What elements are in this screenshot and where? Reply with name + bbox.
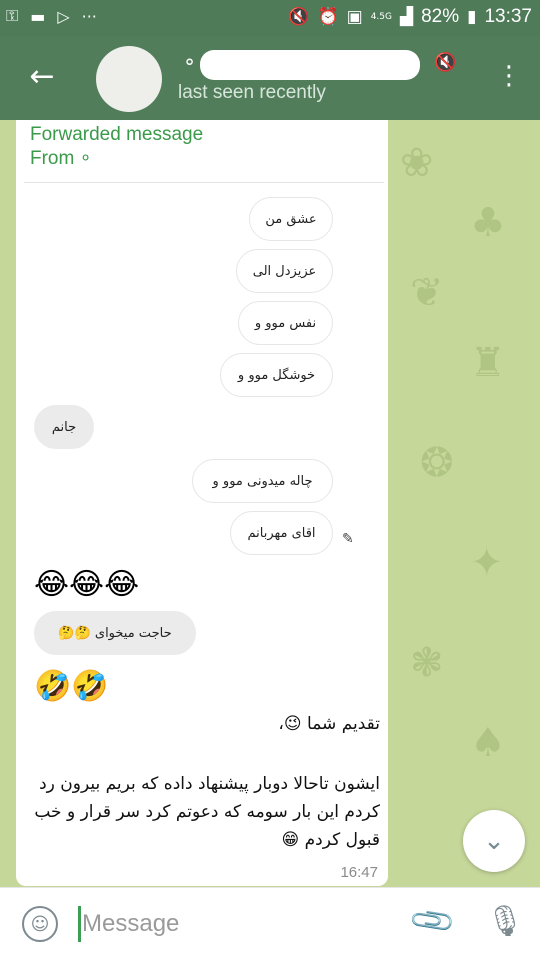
contact-name[interactable]: ∘	[183, 50, 196, 75]
forwarded-label[interactable]: Forwarded message	[30, 122, 203, 147]
name-redaction	[200, 50, 420, 80]
screenshot-bubble: اقای مهربانم	[230, 511, 333, 555]
attach-icon[interactable]: 📎	[407, 896, 458, 947]
avatar[interactable]	[96, 46, 162, 112]
screenshot-avatar-icon: ✎	[342, 531, 354, 547]
battery-percent: 82%	[421, 6, 460, 27]
message-input[interactable]	[82, 906, 382, 942]
key-icon: ⚿	[6, 6, 19, 25]
forwarded-from[interactable]: From ∘	[30, 146, 92, 171]
play-icon: ▷	[57, 6, 70, 26]
drink-doodle-icon: ♜	[470, 340, 506, 386]
fruit-doodle-icon: ❀	[400, 140, 434, 186]
screenshot-bubble: خوشگل موو و	[220, 353, 333, 397]
more-dots-icon: ···	[81, 6, 97, 26]
screenshot-bubble: نفس موو و	[238, 301, 333, 345]
chat-header: ← ∘ 🔇 last seen recently ⋮	[0, 36, 540, 120]
swirl-doodle-icon: ❂	[420, 440, 454, 486]
emoji-icon[interactable]: ☺	[22, 906, 58, 942]
forwarded-screenshot[interactable]: عشق من عزیزدل الی نفس موو و خوشگل موو و …	[24, 182, 384, 704]
network-badge: 4.5G	[370, 11, 392, 22]
screenshot-bubble: عشق من	[249, 197, 333, 241]
scroll-down-button[interactable]: ⌄	[463, 810, 525, 872]
screenshot-bubble: چاله میدونی موو و	[192, 459, 333, 503]
message-text: ایشون تاحالا دوبار پیشنهاد داده که بریم …	[34, 774, 380, 850]
status-right: 🔇 ⏰ ▣ 4.5G ▟ 82% ▮ 13:37	[288, 6, 532, 28]
muted-icon: 🔇	[434, 52, 457, 73]
battery-icon: ▮	[467, 7, 477, 27]
signal-icon: ▟	[399, 7, 414, 27]
screenshot-bubble: عزیزدل الی	[236, 249, 333, 293]
screenshot-bubble: جانم	[34, 405, 94, 449]
clock: 13:37	[484, 6, 532, 27]
emoji-row: 🤣🤣	[34, 669, 109, 704]
microphone-icon[interactable]: 🎙	[486, 904, 524, 939]
alarm-icon: ⏰	[317, 7, 339, 27]
shell-doodle-icon: ❃	[410, 640, 444, 686]
chat-icon: ▬	[30, 6, 46, 26]
sim-icon: ▣	[346, 7, 363, 27]
menu-dots-icon[interactable]: ⋮	[496, 60, 522, 92]
screenshot-bubble: حاجت میخوای 🤔🤔	[34, 611, 196, 655]
chat-area[interactable]: ❀ ♣ ❦ ♜ ❂ ✦ ❃ ♠ Forwarded message From ∘…	[0, 120, 540, 887]
message-time: 16:47	[340, 864, 378, 881]
status-left-icons: ⚿ ▬ ▷ ···	[6, 6, 97, 26]
bucket-doodle-icon: ♠	[470, 720, 506, 766]
input-bar: ☺ 📎 🎙	[0, 887, 540, 960]
star-doodle-icon: ✦	[470, 540, 504, 586]
back-arrow-icon[interactable]: ←	[22, 58, 62, 96]
text-cursor	[78, 906, 81, 942]
emoji-row: 😂😂😂	[34, 567, 140, 602]
mute-icon: 🔇	[288, 7, 310, 27]
cherry-doodle-icon: ♣	[470, 200, 506, 246]
last-seen-status: last seen recently	[178, 82, 326, 103]
leaf-doodle-icon: ❦	[410, 270, 444, 316]
message-bubble[interactable]: Forwarded message From ∘ عشق من عزیزدل ا…	[16, 120, 388, 886]
message-caption: تقدیم شما 😉،	[278, 714, 380, 734]
status-bar: ⚿ ▬ ▷ ··· 🔇 ⏰ ▣ 4.5G ▟ 82% ▮ 13:37	[0, 0, 540, 36]
